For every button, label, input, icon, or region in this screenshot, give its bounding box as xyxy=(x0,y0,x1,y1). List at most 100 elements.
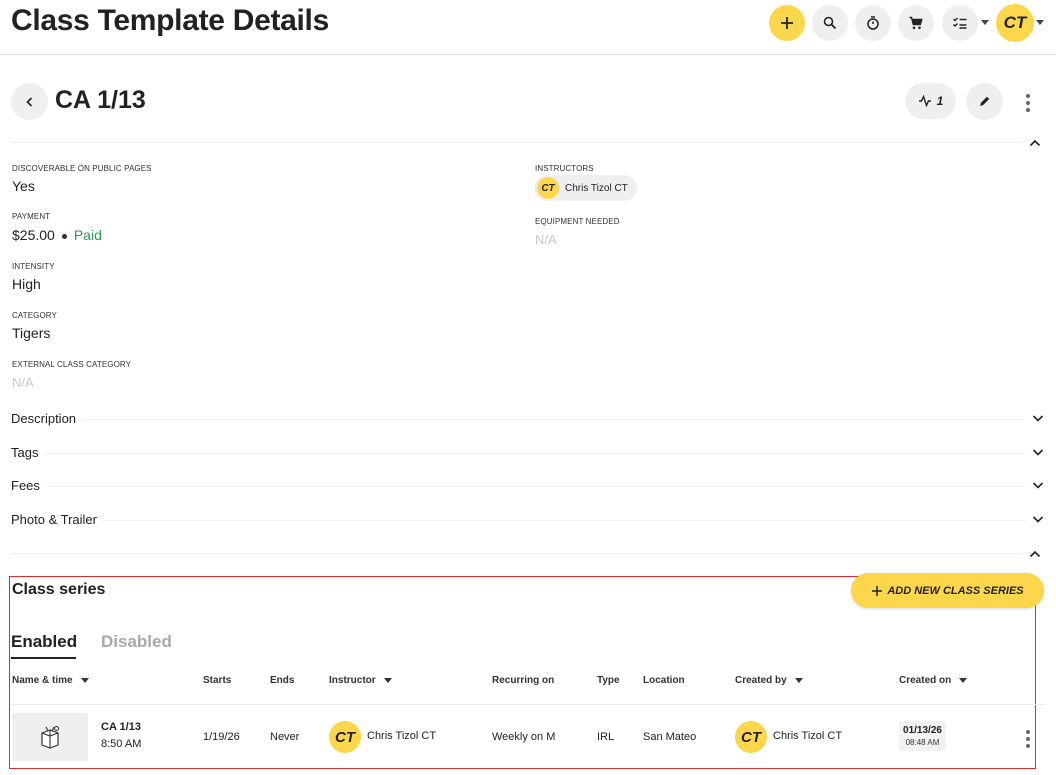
chevron-down-icon[interactable] xyxy=(1031,478,1045,492)
class-thumbnail xyxy=(12,713,88,761)
category-value: Tigers xyxy=(12,325,51,341)
category-label: CATEGORY xyxy=(12,311,57,320)
row-instructor-name: Chris Tizol CT xyxy=(367,730,437,742)
add-class-series-button[interactable]: ADD NEW CLASS SERIES xyxy=(851,573,1044,608)
accordion-photo-trailer[interactable]: Photo & Trailer xyxy=(11,509,1045,529)
instructor-chip[interactable]: CT Chris Tizol CT xyxy=(534,175,637,201)
row-ends: Never xyxy=(270,731,300,743)
column-header-created-by[interactable]: Created by xyxy=(735,675,803,686)
accordion-divider xyxy=(11,520,1025,521)
separator-dot xyxy=(61,233,67,239)
accordion-label: Photo & Trailer xyxy=(11,512,103,527)
row-recurring: Weekly on M xyxy=(492,731,556,743)
top-bar: Class Template Details CT xyxy=(0,0,1056,55)
row-location: San Mateo xyxy=(643,731,697,743)
plus-icon xyxy=(872,585,883,596)
discoverable-value: Yes xyxy=(12,178,35,194)
tab-enabled[interactable]: Enabled xyxy=(11,632,77,652)
tasks-button[interactable] xyxy=(942,5,978,41)
accordion-divider xyxy=(11,486,1025,487)
column-header-created-on[interactable]: Created on xyxy=(899,675,968,686)
activity-count: 1 xyxy=(936,94,944,108)
column-header-starts: Starts xyxy=(203,675,231,686)
instructor-name: Chris Tizol CT xyxy=(565,182,628,194)
tab-disabled[interactable]: Disabled xyxy=(101,632,172,652)
class-series-title: Class series xyxy=(12,581,106,598)
user-menu-caret-icon[interactable] xyxy=(1036,20,1044,25)
activity-button[interactable]: 1 xyxy=(905,83,956,119)
tasks-dropdown-caret-icon[interactable] xyxy=(981,20,989,25)
intensity-label: INTENSITY xyxy=(12,262,55,271)
row-created-on: 01/13/26 08:48 AM xyxy=(899,721,946,751)
backpack-icon xyxy=(41,726,59,749)
column-header-instructor[interactable]: Instructor xyxy=(329,675,392,686)
chevron-down-icon[interactable] xyxy=(1031,512,1045,526)
column-label: Ends xyxy=(270,675,295,686)
more-options-icon[interactable] xyxy=(1026,94,1030,112)
sort-caret-icon[interactable] xyxy=(80,678,89,683)
divider xyxy=(11,142,1023,143)
active-tab-indicator xyxy=(11,657,76,659)
page-title: CA 1/13 xyxy=(55,86,146,114)
payment-status: Paid xyxy=(73,227,102,243)
create-button[interactable] xyxy=(769,5,805,41)
sort-caret-icon[interactable] xyxy=(383,678,392,683)
row-created-by-avatar: CT xyxy=(735,721,767,753)
add-class-series-label: ADD NEW CLASS SERIES xyxy=(887,584,1024,597)
row-more-options-icon[interactable] xyxy=(1026,730,1030,748)
table-header-divider xyxy=(11,704,1045,705)
cart-icon xyxy=(909,16,923,30)
checklist-icon xyxy=(953,17,967,29)
row-created-date: 01/13/26 xyxy=(903,725,942,736)
user-avatar[interactable]: CT xyxy=(996,4,1034,42)
edit-button[interactable] xyxy=(966,83,1003,120)
column-label: Recurring on xyxy=(492,675,555,686)
chevron-left-icon xyxy=(25,96,32,107)
accordion-label: Tags xyxy=(11,445,45,460)
row-instructor-avatar: CT xyxy=(329,721,361,753)
chevron-up-icon[interactable] xyxy=(1028,136,1042,150)
plus-icon xyxy=(781,17,793,29)
payment-value: $25.00 Paid xyxy=(12,227,102,243)
accordion-tags[interactable]: Tags xyxy=(11,442,1045,462)
chevron-up-icon[interactable] xyxy=(1028,547,1042,561)
search-button[interactable] xyxy=(812,5,848,41)
intensity-value: High xyxy=(12,276,41,292)
column-label: Starts xyxy=(203,675,232,686)
accordion-divider xyxy=(11,419,1025,420)
activity-icon xyxy=(918,95,931,107)
row-class-name[interactable]: CA 1/13 xyxy=(101,721,141,733)
timer-button[interactable] xyxy=(855,5,891,41)
column-header-location: Location xyxy=(643,675,685,686)
chevron-down-icon[interactable] xyxy=(1031,411,1045,425)
search-icon xyxy=(823,16,837,30)
discoverable-label: DISCOVERABLE ON PUBLIC PAGES xyxy=(12,164,152,173)
cart-button[interactable] xyxy=(898,5,934,41)
payment-amount: $25.00 xyxy=(12,227,55,243)
external-category-label: EXTERNAL CLASS CATEGORY xyxy=(12,360,132,369)
equipment-label: EQUIPMENT NEEDED xyxy=(535,217,620,226)
accordion-fees[interactable]: Fees xyxy=(11,475,1045,495)
chevron-down-icon[interactable] xyxy=(1031,445,1045,459)
column-label: Created by xyxy=(735,675,787,686)
column-label: Created on xyxy=(899,675,952,686)
column-label: Name & time xyxy=(12,675,73,686)
external-category-value: N/A xyxy=(12,375,34,390)
app-title: Class Template Details xyxy=(11,4,329,37)
accordion-label: Fees xyxy=(11,478,46,493)
row-created-by-name: Chris Tizol CT xyxy=(773,730,843,742)
accordion-description[interactable]: Description xyxy=(11,408,1045,428)
column-header-type: Type xyxy=(597,675,620,686)
pencil-icon xyxy=(980,96,990,106)
sort-caret-icon[interactable] xyxy=(794,678,803,683)
column-label: Type xyxy=(597,675,620,686)
accordion-divider xyxy=(11,453,1025,454)
column-header-name-time[interactable]: Name & time xyxy=(12,675,89,686)
row-class-time: 8:50 AM xyxy=(101,738,142,750)
divider xyxy=(11,553,1023,554)
row-starts: 1/19/26 xyxy=(203,731,240,743)
sort-caret-icon[interactable] xyxy=(959,678,968,683)
back-button[interactable] xyxy=(11,83,48,120)
column-label: Location xyxy=(643,675,685,686)
stopwatch-icon xyxy=(867,16,879,30)
